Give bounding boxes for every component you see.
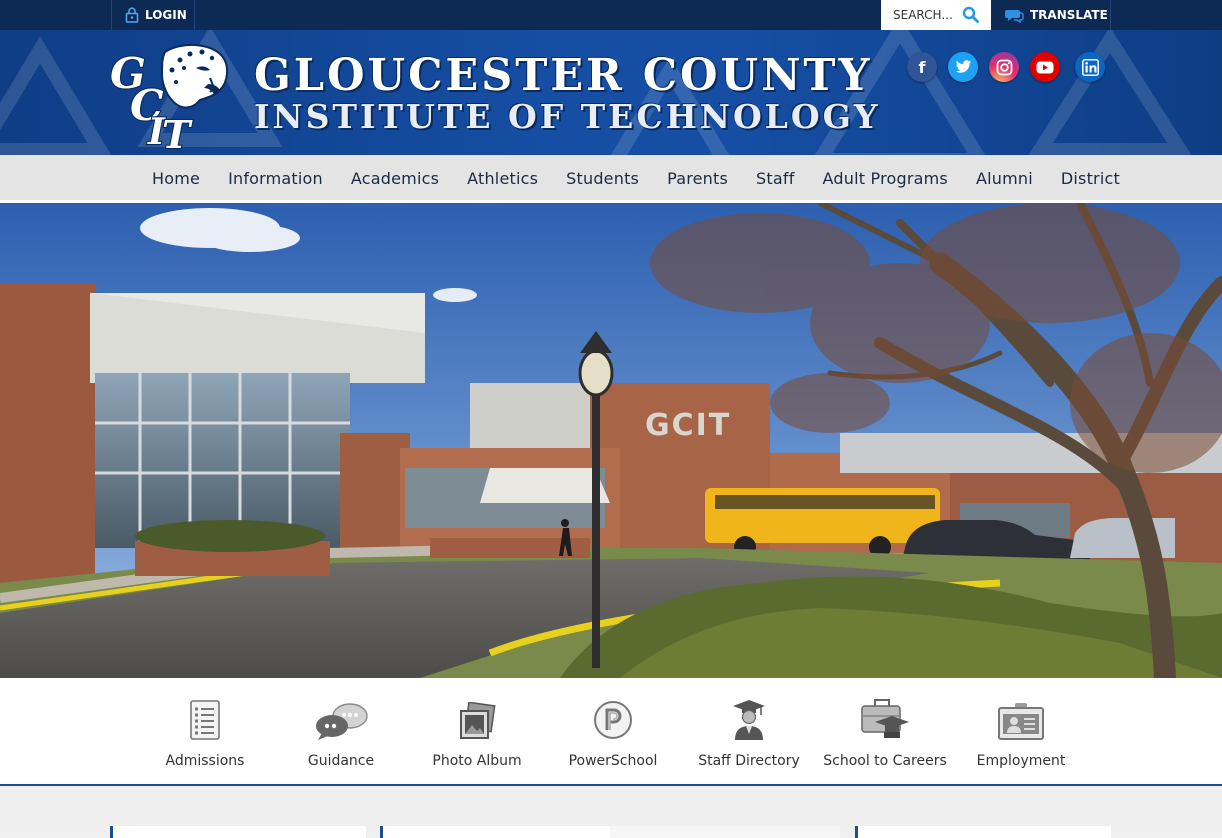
chat-bubbles-icon	[316, 703, 368, 740]
content-card-1	[110, 826, 366, 838]
nav-item-parents[interactable]: Parents	[653, 155, 742, 201]
site-header: G C I T GLOUCESTER COUNTY INSTITUTE OF T…	[0, 30, 1222, 155]
login-button[interactable]: LOGIN	[111, 0, 195, 30]
photo-album-icon	[460, 702, 496, 739]
login-label: LOGIN	[145, 8, 187, 22]
facebook-icon[interactable]: f	[907, 52, 937, 82]
search-input[interactable]	[893, 8, 959, 22]
content-card-4	[855, 826, 1111, 838]
content-card-3	[610, 826, 840, 838]
top-utility-bar: LOGIN TRANSLATE	[0, 0, 1222, 30]
search-icon[interactable]	[962, 6, 979, 23]
quicklink-guidance[interactable]: Guidance	[273, 696, 409, 769]
nav-item-athletics[interactable]: Athletics	[453, 155, 552, 201]
translate-chat-icon	[1005, 9, 1024, 23]
nav-item-district[interactable]: District	[1047, 155, 1134, 201]
quicklink-school-to-careers-label: School to Careers	[823, 753, 947, 769]
quicklink-employment[interactable]: Employment	[953, 696, 1089, 769]
school-name-line1: GLOUCESTER COUNTY	[254, 50, 873, 101]
quick-links-bar: Admissions Guidance Photo Album PowerSch…	[0, 678, 1222, 786]
gcit-panther-logo[interactable]: G C I T	[110, 38, 230, 150]
graduate-icon	[733, 700, 765, 740]
twitter-icon[interactable]	[948, 52, 978, 82]
nav-item-adult-programs[interactable]: Adult Programs	[809, 155, 962, 201]
building-sign: GCIT	[645, 408, 731, 443]
instagram-icon[interactable]	[989, 52, 1019, 82]
school-name-line2: INSTITUTE OF TECHNOLOGY	[254, 97, 881, 136]
translate-label: TRANSLATE	[1030, 8, 1108, 22]
nav-item-academics[interactable]: Academics	[337, 155, 453, 201]
quicklink-powerschool-label: PowerSchool	[568, 753, 658, 769]
quicklink-photo-album-label: Photo Album	[432, 753, 522, 769]
id-card-icon	[998, 703, 1044, 740]
svg-text:T: T	[162, 112, 193, 150]
checklist-icon	[190, 700, 220, 740]
quicklink-guidance-label: Guidance	[307, 753, 375, 769]
nav-item-students[interactable]: Students	[552, 155, 653, 201]
campus-illustration: GCIT	[0, 203, 1222, 678]
quicklink-admissions-label: Admissions	[165, 753, 245, 769]
quicklink-staff-directory-label: Staff Directory	[698, 753, 800, 769]
nav-item-staff[interactable]: Staff	[742, 155, 809, 201]
main-navigation: Home Information Academics Athletics Stu…	[0, 155, 1222, 203]
powerschool-icon	[594, 701, 632, 739]
briefcase-cap-icon	[861, 699, 909, 738]
hero-campus-photo: GCIT	[0, 203, 1222, 678]
content-card-2	[380, 826, 610, 838]
quicklink-school-to-careers[interactable]: School to Careers	[817, 696, 953, 769]
quicklink-photo-album[interactable]: Photo Album	[409, 696, 545, 769]
nav-item-information[interactable]: Information	[214, 155, 337, 201]
search-box[interactable]	[881, 0, 991, 30]
lock-icon	[125, 7, 139, 23]
youtube-icon[interactable]	[1030, 52, 1060, 82]
quicklink-staff-directory[interactable]: Staff Directory	[681, 696, 817, 769]
content-area	[0, 786, 1222, 838]
nav-item-home[interactable]: Home	[138, 155, 214, 201]
nav-item-alumni[interactable]: Alumni	[962, 155, 1047, 201]
linkedin-icon[interactable]	[1075, 52, 1105, 82]
quicklink-admissions[interactable]: Admissions	[137, 696, 273, 769]
quicklink-powerschool[interactable]: PowerSchool	[545, 696, 681, 769]
translate-button[interactable]: TRANSLATE	[991, 0, 1111, 30]
quicklink-employment-label: Employment	[976, 753, 1066, 769]
